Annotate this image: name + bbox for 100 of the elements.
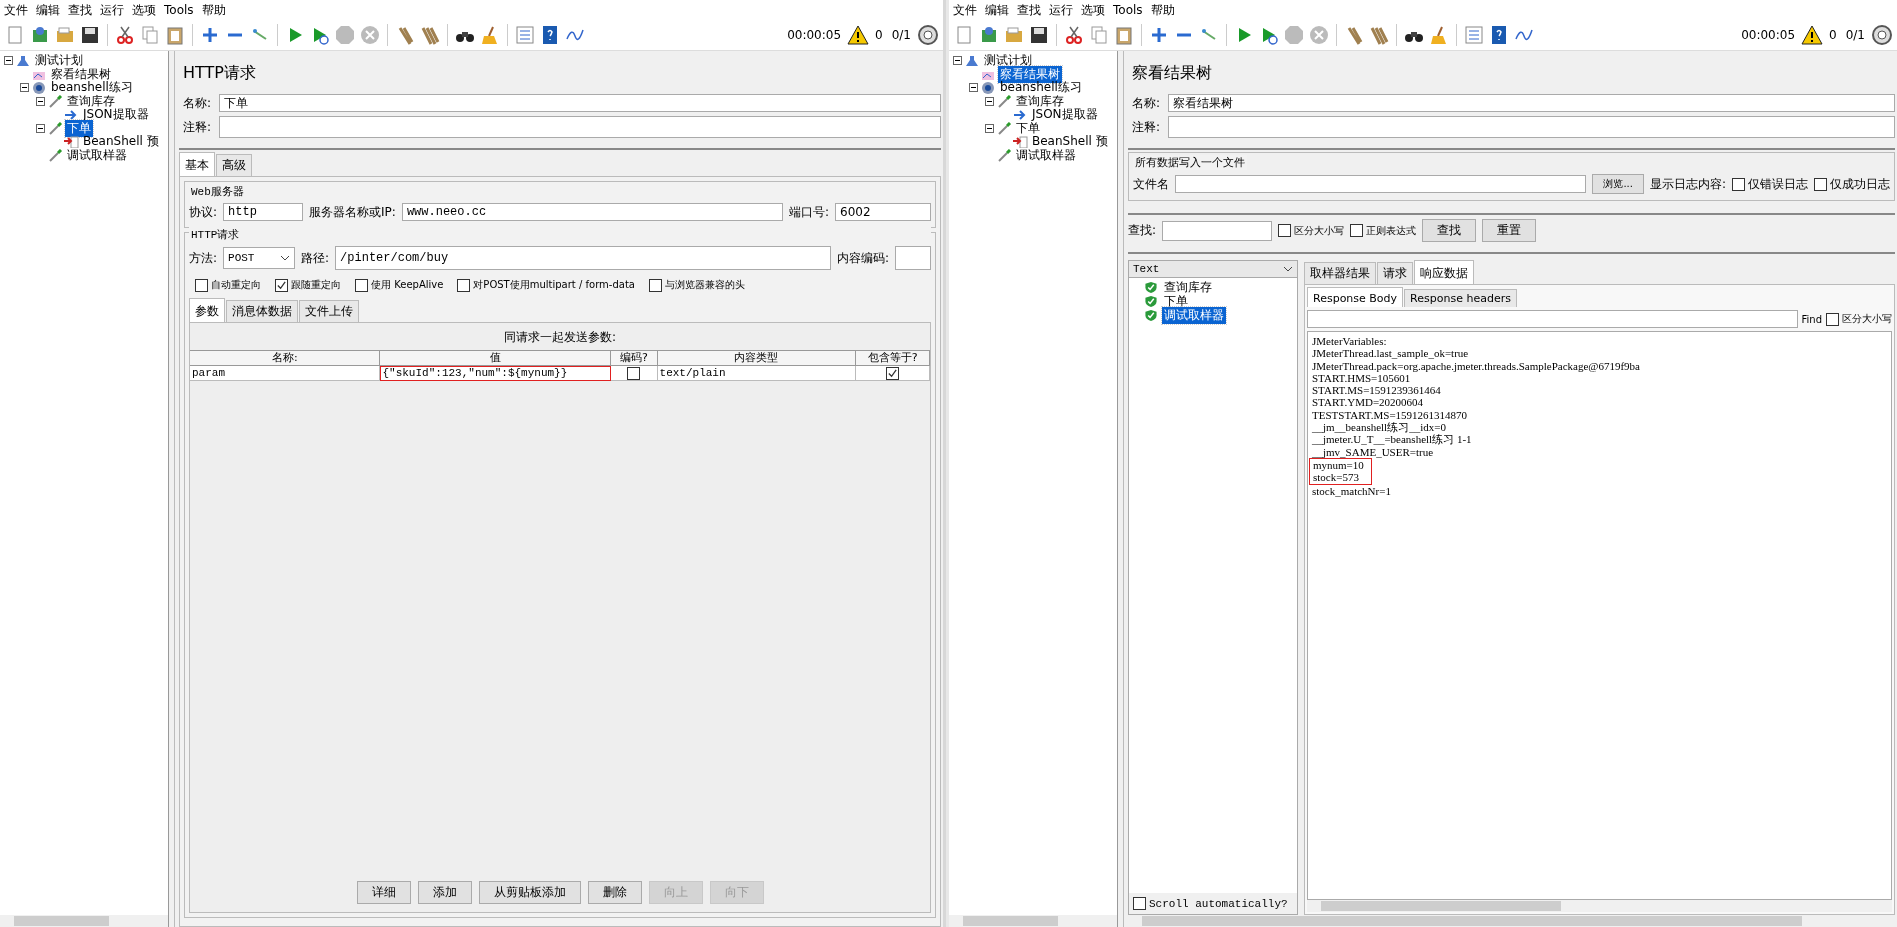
collapse-icon[interactable] bbox=[4, 56, 13, 66]
browse-button[interactable]: 浏览... bbox=[1592, 174, 1644, 194]
port-field[interactable]: 6002 bbox=[835, 203, 931, 221]
button[interactable]: 查找 bbox=[1422, 219, 1477, 242]
cut-icon[interactable] bbox=[1063, 24, 1085, 46]
menu-item[interactable]: 查找 bbox=[1017, 1, 1041, 19]
checkbox[interactable] bbox=[195, 278, 208, 292]
response-line: START.MS=1591239361464 bbox=[1312, 384, 1442, 397]
button[interactable]: 删除 bbox=[587, 881, 642, 904]
column-header: 包含等于? bbox=[856, 350, 930, 366]
path-field[interactable]: /pinter/com/buy bbox=[335, 246, 831, 270]
find-field[interactable] bbox=[1307, 310, 1798, 328]
button[interactable]: 从剪贴板添加 bbox=[478, 881, 581, 904]
table-cell: text/plain bbox=[657, 366, 857, 381]
tree-item[interactable]: 调试取样器 bbox=[65, 146, 129, 164]
scrollbar[interactable] bbox=[0, 915, 168, 927]
checkbox[interactable] bbox=[275, 278, 288, 292]
menu-item[interactable]: Tools bbox=[164, 3, 194, 17]
tab[interactable]: 请求 bbox=[1377, 262, 1413, 284]
checkbox[interactable] bbox=[1350, 224, 1364, 237]
scrollbar[interactable] bbox=[949, 915, 1117, 927]
tab[interactable]: 参数 bbox=[189, 298, 225, 322]
splitter-handle[interactable] bbox=[169, 51, 175, 927]
menu-item[interactable]: 文件 bbox=[4, 1, 28, 19]
name-field[interactable]: 察看结果树 bbox=[1168, 94, 1895, 112]
column-header: 名称: bbox=[190, 350, 381, 366]
scrollbar[interactable] bbox=[1307, 900, 1892, 912]
checkbox[interactable] bbox=[1133, 897, 1146, 910]
paste-icon[interactable] bbox=[1113, 24, 1135, 46]
sample-item[interactable]: 调试取样器 bbox=[1162, 306, 1226, 324]
menu-item[interactable]: 选项 bbox=[1081, 1, 1105, 19]
renderer-value: Text bbox=[1133, 263, 1160, 275]
menu-item[interactable]: Tools bbox=[1113, 3, 1143, 17]
collapse-icon[interactable] bbox=[20, 83, 29, 93]
warning-icon[interactable] bbox=[1801, 24, 1824, 46]
filename-field[interactable] bbox=[1175, 175, 1587, 193]
button[interactable]: 添加 bbox=[417, 881, 472, 904]
tab[interactable]: Response headers bbox=[1404, 289, 1517, 307]
tab[interactable]: 基本 bbox=[179, 152, 215, 176]
menu-item[interactable]: 选项 bbox=[132, 1, 156, 19]
tab[interactable]: 文件上传 bbox=[299, 300, 359, 322]
menu-item[interactable]: 帮助 bbox=[201, 1, 226, 19]
paste-icon[interactable] bbox=[164, 24, 186, 46]
warning-icon[interactable] bbox=[847, 24, 870, 46]
checkbox[interactable] bbox=[1278, 224, 1292, 237]
checkbox[interactable] bbox=[886, 366, 900, 380]
tab[interactable]: 高级 bbox=[216, 154, 252, 176]
tab[interactable]: Response Body bbox=[1307, 287, 1404, 307]
menu-item[interactable]: 帮助 bbox=[1150, 1, 1175, 19]
checkbox[interactable] bbox=[1826, 312, 1839, 326]
splitter-handle[interactable] bbox=[1118, 51, 1124, 927]
encoding-field[interactable] bbox=[895, 246, 931, 270]
collapse-icon[interactable] bbox=[36, 96, 45, 106]
collapse-icon[interactable] bbox=[969, 83, 978, 93]
tree-item[interactable]: 查询库存 bbox=[65, 92, 117, 110]
tab[interactable]: 响应数据 bbox=[1414, 260, 1474, 284]
checkbox-label: 与浏览器兼容的头 bbox=[664, 278, 745, 292]
gear-icon bbox=[980, 81, 996, 95]
field-label: 方法: bbox=[189, 249, 218, 267]
tree-item[interactable]: 查询库存 bbox=[1014, 92, 1066, 110]
menu-item[interactable]: 运行 bbox=[1049, 1, 1073, 19]
collapse-icon[interactable] bbox=[985, 123, 994, 133]
save-icon[interactable] bbox=[1028, 24, 1050, 46]
tree-item[interactable]: 调试取样器 bbox=[1014, 146, 1078, 164]
field-label: 查找: bbox=[1128, 222, 1157, 239]
column-header: 内容类型 bbox=[657, 350, 857, 366]
method-dropdown[interactable]: POST bbox=[223, 247, 296, 269]
comment-field[interactable] bbox=[219, 116, 941, 138]
checkbox[interactable] bbox=[648, 278, 662, 292]
comment-field[interactable] bbox=[1168, 116, 1895, 138]
pipette-icon bbox=[996, 94, 1012, 108]
button[interactable]: 详细 bbox=[356, 881, 411, 904]
button[interactable]: 重置 bbox=[1482, 219, 1537, 242]
menu-item[interactable]: 编辑 bbox=[36, 1, 60, 19]
cut-icon[interactable] bbox=[114, 24, 136, 46]
menu-item[interactable]: 查找 bbox=[68, 1, 92, 19]
tree-item[interactable]: 下单 bbox=[1014, 119, 1042, 137]
menu-item[interactable]: 编辑 bbox=[985, 1, 1009, 19]
checkbox[interactable] bbox=[1732, 177, 1745, 191]
thread-count: 0/1 bbox=[891, 28, 911, 42]
checkbox[interactable] bbox=[457, 278, 471, 292]
response-line: stock=573 bbox=[1313, 471, 1360, 484]
save-icon[interactable] bbox=[79, 24, 101, 46]
checkbox[interactable] bbox=[355, 278, 368, 292]
server-field[interactable]: www.neeo.cc bbox=[401, 203, 783, 221]
response-line: __jm__beanshell练习__idx=0 bbox=[1312, 421, 1447, 434]
tab[interactable]: 消息体数据 bbox=[226, 300, 298, 322]
search-field[interactable] bbox=[1162, 220, 1273, 241]
checkbox[interactable] bbox=[627, 366, 641, 380]
menu-item[interactable]: 运行 bbox=[100, 1, 124, 19]
protocol-field[interactable]: http bbox=[223, 203, 304, 221]
name-field[interactable]: 下单 bbox=[219, 94, 941, 112]
response-line: TESTSTART.MS=1591261314870 bbox=[1312, 408, 1469, 422]
checkbox[interactable] bbox=[1814, 177, 1827, 191]
menu-item[interactable]: 文件 bbox=[953, 1, 977, 19]
collapse-icon[interactable] bbox=[953, 56, 962, 66]
renderer-dropdown[interactable]: Text bbox=[1129, 261, 1297, 278]
collapse-icon[interactable] bbox=[36, 123, 45, 133]
tab[interactable]: 取样器结果 bbox=[1304, 262, 1376, 284]
collapse-icon[interactable] bbox=[985, 96, 994, 106]
